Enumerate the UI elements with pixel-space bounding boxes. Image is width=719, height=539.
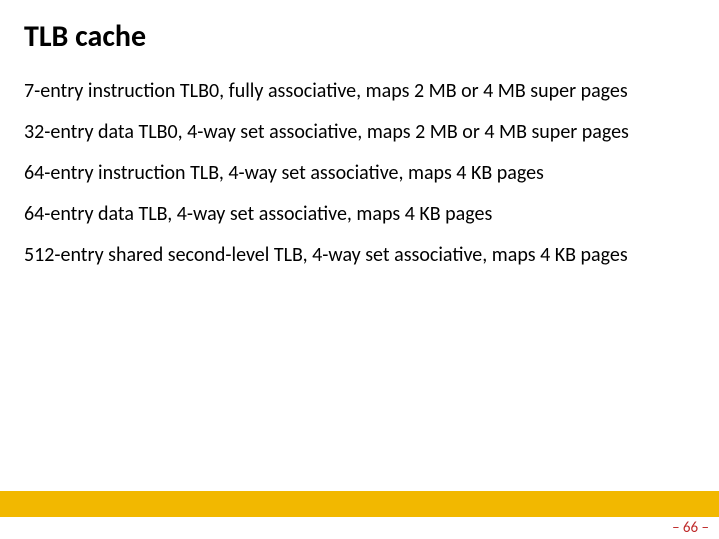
slide-title: TLB cache: [24, 18, 695, 55]
content-item: 512-entry shared second-level TLB, 4-way…: [24, 243, 695, 268]
slide-content: 7-entry instruction TLB0, fully associat…: [24, 79, 695, 268]
content-item: 64-entry instruction TLB, 4-way set asso…: [24, 161, 695, 186]
content-item: 32-entry data TLB0, 4-way set associativ…: [24, 120, 695, 145]
footer-bar: [0, 491, 719, 517]
slide-container: TLB cache 7-entry instruction TLB0, full…: [0, 0, 719, 539]
content-item: 7-entry instruction TLB0, fully associat…: [24, 79, 695, 104]
page-number: – 66 –: [672, 519, 709, 537]
content-item: 64-entry data TLB, 4-way set associative…: [24, 202, 695, 227]
